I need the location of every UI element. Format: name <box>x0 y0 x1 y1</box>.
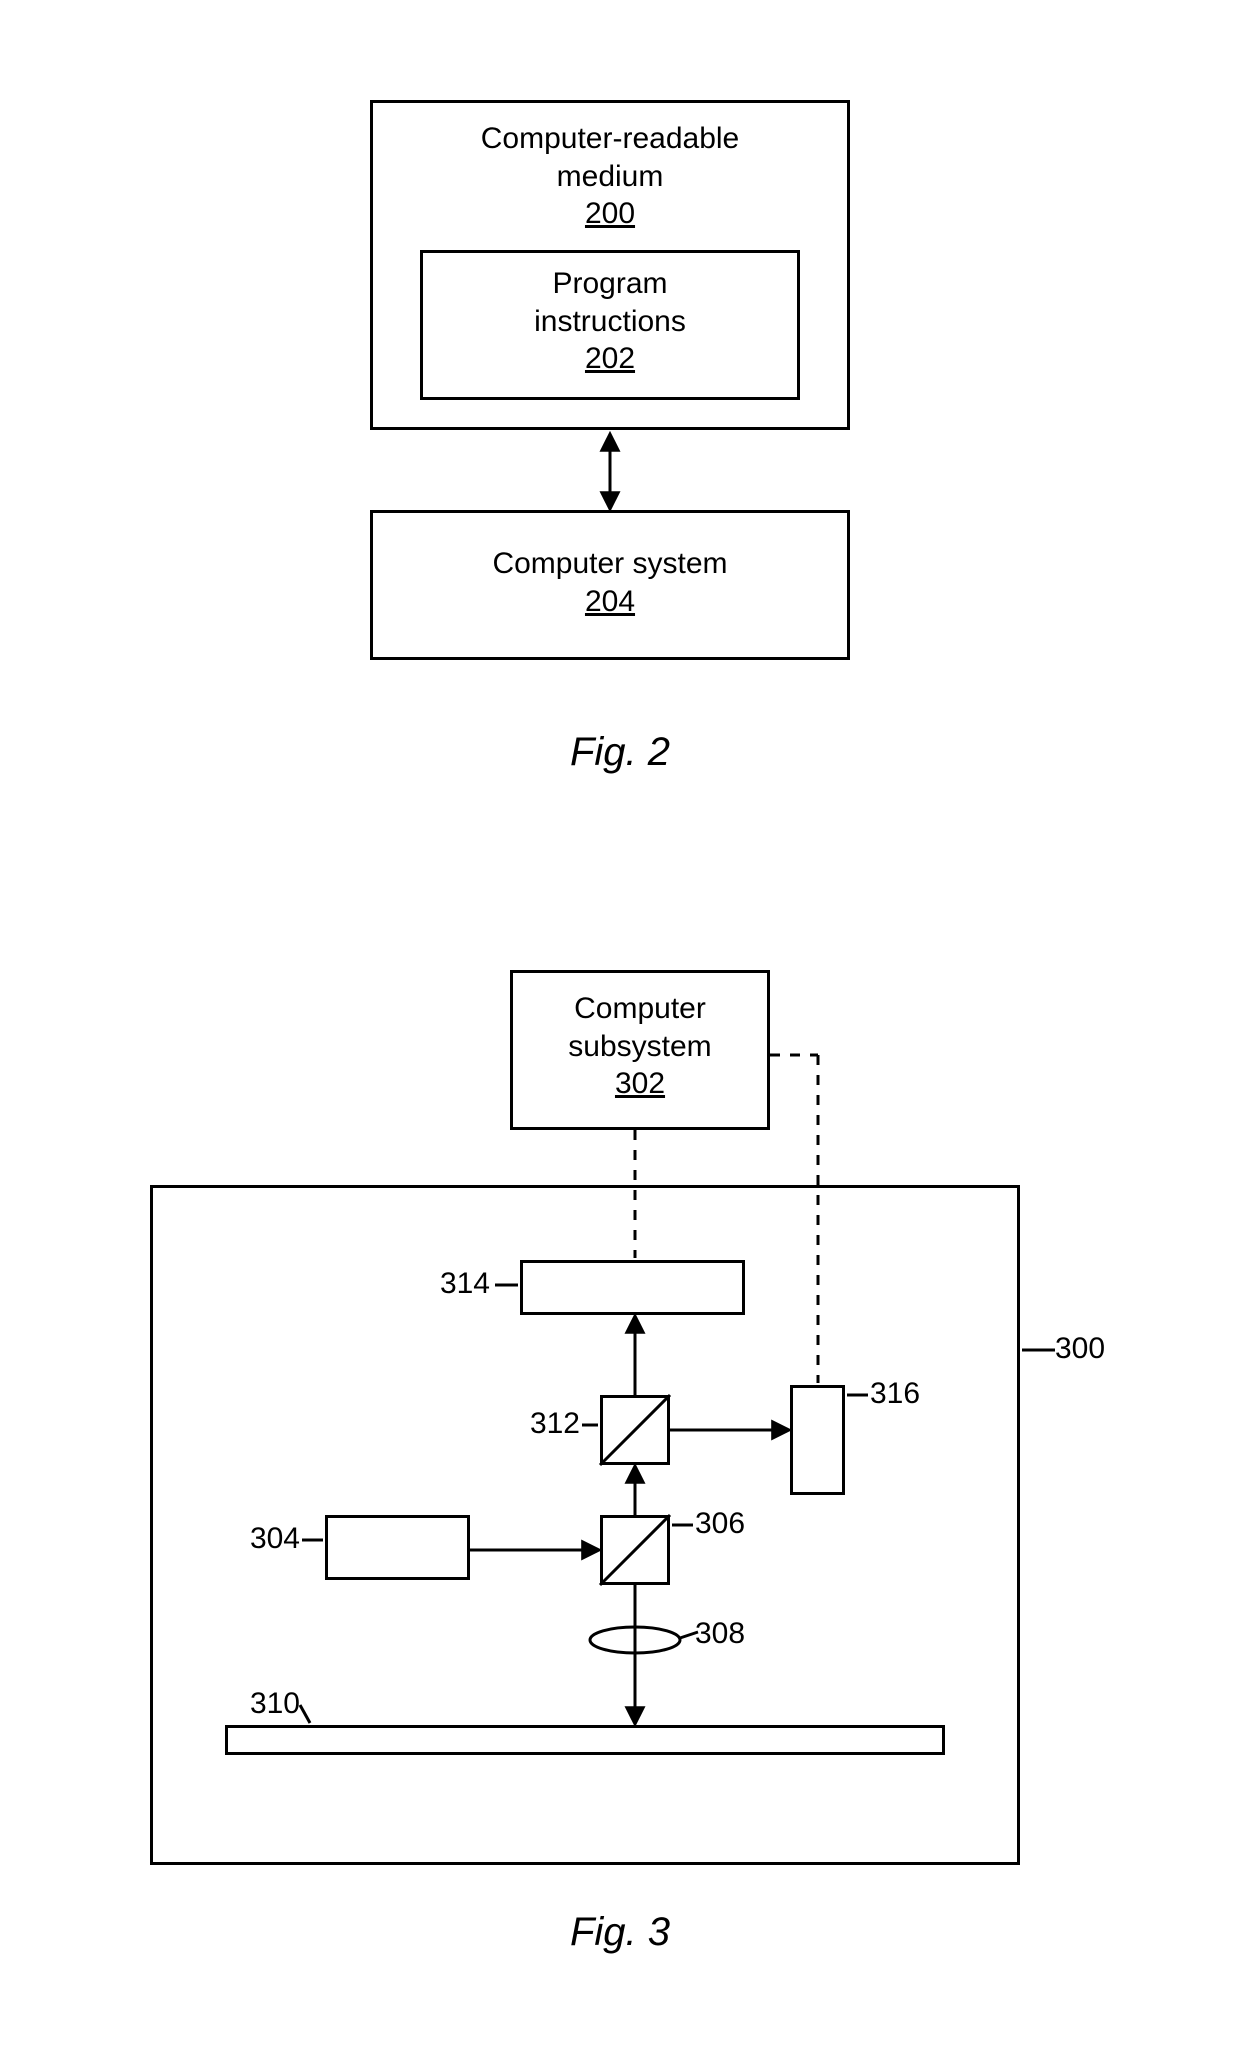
text: Computer system <box>492 547 727 580</box>
label-computer-subsystem: Computer subsystem 302 <box>510 990 770 1103</box>
number: 200 <box>585 197 635 230</box>
number: 204 <box>585 585 635 618</box>
label-program-instructions: Program instructions 202 <box>420 265 800 378</box>
label-304: 304 <box>220 1520 300 1558</box>
box-316 <box>790 1385 845 1495</box>
box-312 <box>600 1395 670 1465</box>
text: medium <box>557 160 664 193</box>
label-306: 306 <box>695 1505 775 1543</box>
text: Program <box>552 267 667 300</box>
label-310: 310 <box>220 1685 300 1723</box>
label-314: 314 <box>410 1265 490 1303</box>
label-312: 312 <box>500 1405 580 1443</box>
box-306 <box>600 1515 670 1585</box>
label-computer-readable-medium: Computer-readable medium 200 <box>370 120 850 233</box>
text: instructions <box>534 305 686 338</box>
label-316: 316 <box>870 1375 950 1413</box>
label-computer-system: Computer system 204 <box>370 545 850 620</box>
box-304 <box>325 1515 470 1580</box>
box-314 <box>520 1260 745 1315</box>
page: Computer-readable medium 200 Program ins… <box>0 0 1240 2056</box>
number: 302 <box>615 1067 665 1100</box>
box-310 <box>225 1725 945 1755</box>
label-300: 300 <box>1055 1330 1135 1368</box>
text: Computer-readable <box>481 122 739 155</box>
number: 202 <box>585 342 635 375</box>
caption-fig-2: Fig. 2 <box>520 730 720 775</box>
caption-fig-3: Fig. 3 <box>520 1910 720 1955</box>
text: Computer <box>574 992 706 1025</box>
text: subsystem <box>568 1030 711 1063</box>
label-308: 308 <box>695 1615 775 1653</box>
